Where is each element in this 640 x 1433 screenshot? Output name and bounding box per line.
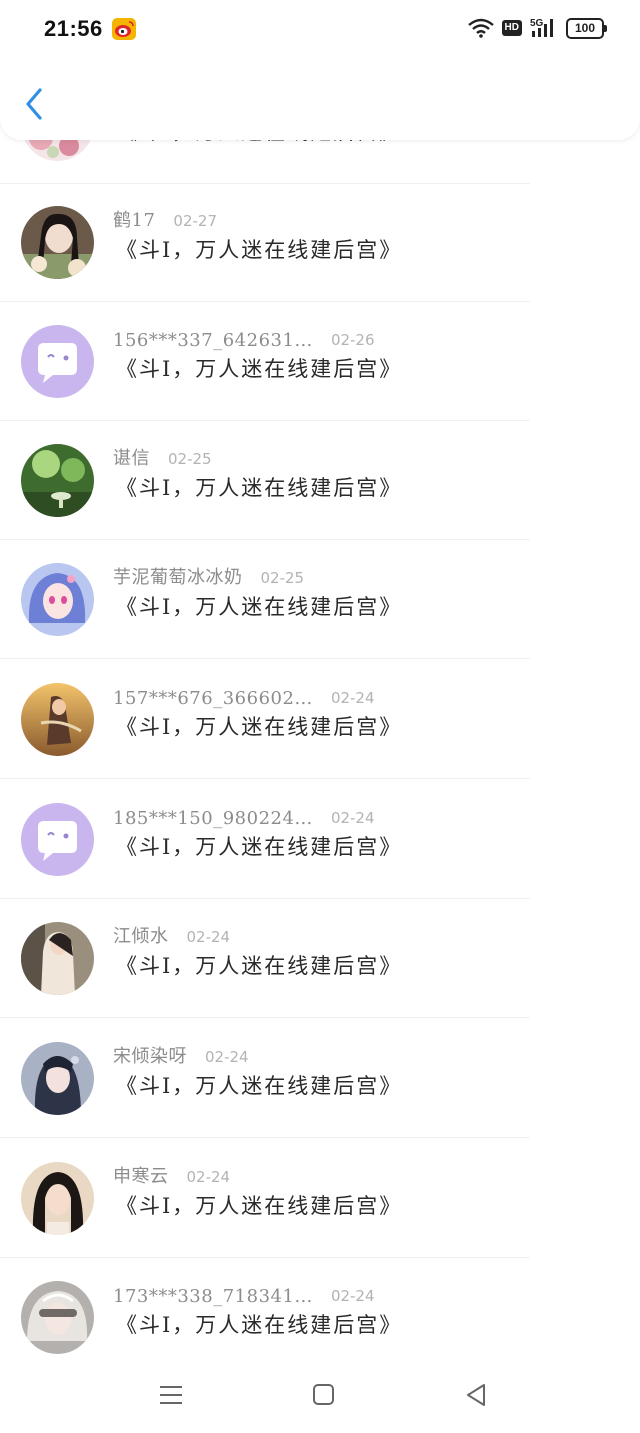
- home-button[interactable]: [306, 1380, 340, 1410]
- username[interactable]: 157***676_366602…: [113, 688, 313, 709]
- comment-message: 《斗I，万人迷在线建后宫》: [116, 595, 403, 619]
- comment-date: 02-25: [168, 450, 212, 468]
- back-triangle-icon: [467, 1384, 485, 1406]
- comment-date: 02-24: [205, 1048, 249, 1066]
- comment-meta: 江倾水 02-24: [113, 920, 230, 948]
- status-time: 21:56: [44, 16, 103, 41]
- divider: [0, 778, 530, 779]
- home-square-icon: [313, 1384, 334, 1405]
- comment-meta: 谌信 02-25: [113, 442, 212, 470]
- username[interactable]: 173***338_718341…: [113, 1286, 313, 1307]
- avatar[interactable]: [21, 563, 94, 636]
- menu-icon: [160, 1386, 182, 1404]
- avatar[interactable]: [21, 206, 94, 279]
- divider: [0, 898, 530, 899]
- avatar[interactable]: [21, 683, 94, 756]
- comment-meta: 156***337_642631… 02-26: [113, 323, 375, 351]
- wifi-icon: [467, 18, 494, 38]
- divider: [0, 301, 530, 302]
- avatar[interactable]: [21, 444, 94, 517]
- divider: [0, 1137, 530, 1138]
- comment-message: 《斗I，万人迷在线建后宫》: [116, 1194, 403, 1218]
- username[interactable]: 江倾水: [113, 922, 169, 948]
- avatar[interactable]: [21, 325, 94, 398]
- status-bar: 21:56 HD 5G 100: [0, 0, 640, 58]
- back-button[interactable]: [18, 82, 54, 126]
- comment-message: 《斗I，万人迷在线建后宫》: [116, 1074, 403, 1098]
- comment-message: 《斗I，万人迷在线建后宫》: [116, 715, 403, 739]
- comment-date: 02-24: [330, 1287, 375, 1305]
- comment-meta: 185***150_980224… 02-24: [113, 801, 375, 829]
- system-back-button[interactable]: [460, 1380, 494, 1410]
- weibo-icon: [112, 18, 136, 40]
- comment-row[interactable]: 156***337_642631… 02-26 《斗I，万人迷在线建后宫》: [0, 303, 640, 421]
- comment-message: 《斗I，万人迷在线建后宫》: [116, 476, 403, 500]
- comment-date: 02-27: [173, 212, 217, 230]
- avatar[interactable]: [21, 1162, 94, 1235]
- username[interactable]: 156***337_642631…: [113, 330, 313, 351]
- comment-date: 02-24: [330, 809, 375, 827]
- network-label: 5G: [530, 18, 544, 29]
- divider: [0, 658, 530, 659]
- comment-row[interactable]: 173***338_718341… 02-24 《斗I，万人迷在线建后宫》: [0, 1259, 640, 1377]
- avatar[interactable]: [21, 1042, 94, 1115]
- status-indicators: HD 5G 100: [467, 15, 607, 41]
- comment-meta: 宋倾染呀 02-24: [113, 1040, 249, 1068]
- divider: [0, 1257, 530, 1258]
- comment-meta: 173***338_718341… 02-24: [113, 1279, 375, 1307]
- system-nav-bar: [0, 1363, 640, 1433]
- comment-row[interactable]: 江倾水 02-24 《斗I，万人迷在线建后宫》: [0, 900, 640, 1018]
- comment-meta: 芋泥葡萄冰冰奶 02-25: [113, 561, 304, 589]
- divider: [0, 420, 530, 421]
- comment-row[interactable]: 宋倾染呀 02-24 《斗I，万人迷在线建后宫》: [0, 1020, 640, 1138]
- avatar[interactable]: [21, 1281, 94, 1354]
- comment-meta: 鹤17 02-27: [113, 204, 217, 232]
- battery-level: 100: [574, 20, 596, 35]
- avatar[interactable]: [21, 803, 94, 876]
- comment-message: 《斗I，万人迷在线建后宫》: [116, 238, 403, 262]
- avatar[interactable]: [21, 922, 94, 995]
- hd-badge: HD: [501, 20, 522, 36]
- header: 21:56 HD 5G 100: [0, 0, 640, 140]
- comment-message: 《斗I，万人迷在线建后宫》: [116, 357, 403, 381]
- recent-apps-button[interactable]: [154, 1380, 188, 1410]
- comment-date: 02-26: [330, 331, 375, 349]
- battery-icon: 100: [566, 17, 607, 39]
- comment-row[interactable]: 鹤17 02-27 《斗I，万人迷在线建后宫》: [0, 184, 640, 302]
- comment-meta: 157***676_366602… 02-24: [113, 681, 375, 709]
- signal-5g-icon: 5G: [530, 18, 553, 37]
- comment-row[interactable]: 185***150_980224… 02-24 《斗I，万人迷在线建后宫》: [0, 781, 640, 899]
- comment-date: 02-24: [186, 1168, 231, 1186]
- chevron-left-icon: [26, 88, 42, 120]
- username[interactable]: 芋泥葡萄冰冰奶: [113, 563, 243, 589]
- comment-row[interactable]: 申寒云 02-24 《斗I，万人迷在线建后宫》: [0, 1140, 640, 1258]
- divider: [0, 539, 530, 540]
- comment-date: 02-24: [186, 928, 231, 946]
- username[interactable]: 申寒云: [113, 1162, 169, 1188]
- comment-date: 02-24: [330, 689, 375, 707]
- divider: [0, 1017, 530, 1018]
- comment-message: 《斗I，万人迷在线建后宫》: [116, 1313, 403, 1337]
- comment-row[interactable]: 谌信 02-25 《斗I，万人迷在线建后宫》: [0, 422, 640, 540]
- comment-message: 《斗I，万人迷在线建后宫》: [116, 835, 403, 859]
- username[interactable]: 谌信: [113, 444, 150, 470]
- comment-meta: 申寒云 02-24: [113, 1160, 230, 1188]
- comment-row[interactable]: 157***676_366602… 02-24 《斗I，万人迷在线建后宫》: [0, 661, 640, 779]
- comment-row[interactable]: 芋泥葡萄冰冰奶 02-25 《斗I，万人迷在线建后宫》: [0, 541, 640, 659]
- username[interactable]: 185***150_980224…: [113, 808, 313, 829]
- username[interactable]: 宋倾染呀: [113, 1042, 187, 1068]
- comment-date: 02-25: [260, 569, 305, 587]
- comment-message: 《斗I，万人迷在线建后宫》: [116, 954, 403, 978]
- username[interactable]: 鹤17: [113, 206, 155, 232]
